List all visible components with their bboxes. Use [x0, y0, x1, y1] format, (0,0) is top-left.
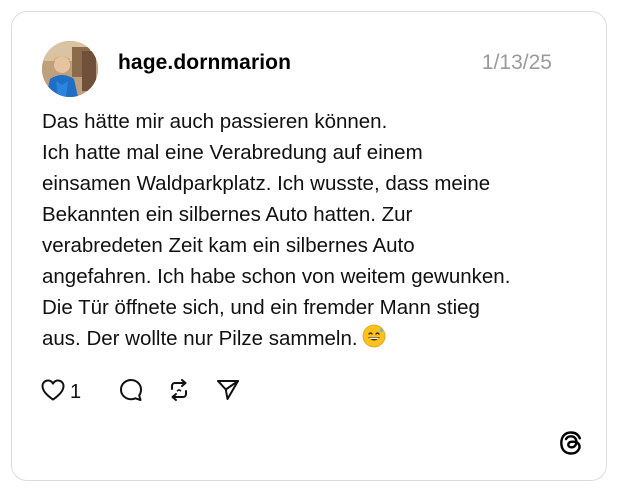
comment-button[interactable] — [118, 377, 144, 408]
threads-logo-icon[interactable] — [558, 430, 584, 456]
post-text-line: angefahren. Ich habe schon von weitem ge… — [42, 265, 511, 288]
repost-icon — [166, 377, 192, 408]
post-text-line: Die Tür öffnete sich, und ein fremder Ma… — [42, 296, 480, 319]
post-text-line: Bekannten ein silbernes Auto hatten. Zur — [42, 203, 413, 226]
post-card: hage.dornmarion 1/13/25 Das hätte mir au… — [11, 11, 607, 481]
like-count: 1 — [70, 380, 82, 403]
post-text-line: einsamen Waldparkplatz. Ich wusste, dass… — [42, 172, 491, 195]
post-text-line: verabredeten Zeit kam ein silbernes Auto — [42, 234, 415, 257]
heart-icon — [40, 378, 66, 407]
repost-button[interactable] — [166, 377, 192, 408]
grinning-face-with-sweat-icon — [362, 324, 386, 357]
post-text-line: Das hätte mir auch passieren können. — [42, 110, 388, 133]
like-button[interactable]: 1 — [40, 379, 81, 405]
post-text: Das hätte mir auch passieren können. Ich… — [42, 106, 582, 357]
post-date: 1/13/25 — [481, 51, 552, 74]
comment-icon — [118, 377, 144, 408]
share-button[interactable] — [215, 379, 241, 405]
post-text-last-line: aus. Der wollte nur Pilze sammeln. — [42, 323, 582, 357]
avatar[interactable] — [42, 41, 98, 97]
share-icon — [215, 377, 241, 408]
username[interactable]: hage.dornmarion — [118, 51, 291, 75]
post-text-line: aus. Der wollte nur Pilze sammeln. — [42, 327, 358, 350]
post-text-line: Ich hatte mal eine Verabredung auf einem — [42, 141, 423, 164]
